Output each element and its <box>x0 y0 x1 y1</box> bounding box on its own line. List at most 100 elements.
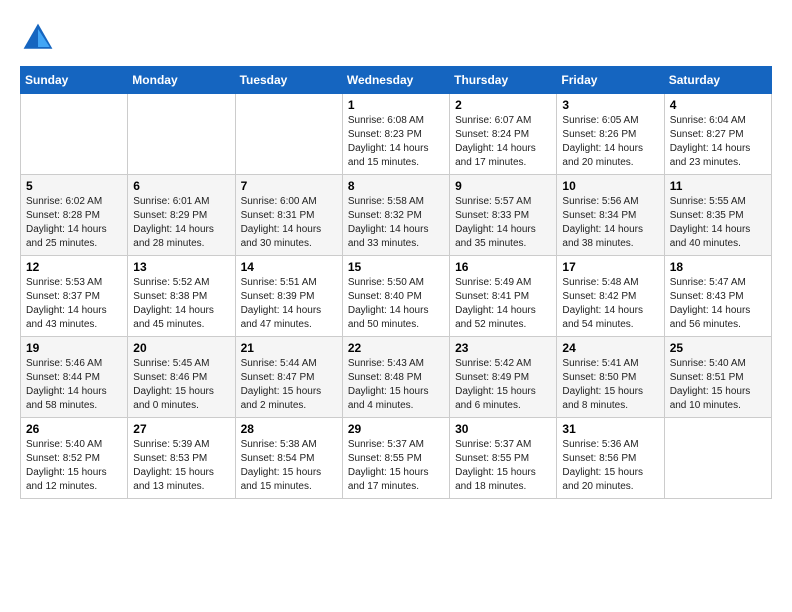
calendar-cell: 20Sunrise: 5:45 AM Sunset: 8:46 PM Dayli… <box>128 337 235 418</box>
weekday-header: Sunday <box>21 67 128 94</box>
calendar-cell: 22 Sunrise: 5:43 AM Sunset: 8:48 PM Dayli… <box>342 337 449 418</box>
calendar-cell: 1 Sunrise: 6:08 AM Sunset: 8:23 PM Daylig… <box>342 94 449 175</box>
day-number: 31 <box>562 422 658 436</box>
day-number: 26 <box>26 422 122 436</box>
day-info: Sunrise: 6:07 AM Sunset: 8:24 PM Dayligh… <box>455 114 551 170</box>
calendar-header-row: SundayMondayTuesdayWednesdayThursdayFrid… <box>21 67 772 94</box>
calendar-cell: 31 Sunrise: 5:36 AM Sunset: 8:56 PM Dayli… <box>557 418 664 499</box>
day-number: 30 <box>455 422 551 436</box>
day-number: 13 <box>133 260 229 274</box>
day-number: 8 <box>348 179 444 193</box>
day-info: Sunrise: 6:02 AM Sunset: 8:28 PM Dayligh… <box>26 195 122 251</box>
calendar-cell: 17 Sunrise: 5:48 AM Sunset: 8:42 PM Dayli… <box>557 256 664 337</box>
day-number: 3 <box>562 98 658 112</box>
day-number: 15 <box>348 260 444 274</box>
calendar-cell: 3 Sunrise: 6:05 AM Sunset: 8:26 PM Daylig… <box>557 94 664 175</box>
day-info: Sunrise: 6:08 AM Sunset: 8:23 PM Dayligh… <box>348 114 444 170</box>
day-info: Sunrise: 6:00 AM Sunset: 8:31 PM Dayligh… <box>241 195 337 251</box>
day-info: Sunrise: 5:40 AM Sunset: 8:51 PM Dayligh… <box>670 357 766 413</box>
calendar-cell: 24 Sunrise: 5:41 AM Sunset: 8:50 PM Dayli… <box>557 337 664 418</box>
day-info: Sunrise: 5:55 AM Sunset: 8:35 PM Dayligh… <box>670 195 766 251</box>
calendar-week-row: 26 Sunrise: 5:40 AM Sunset: 8:52 PM Dayli… <box>21 418 772 499</box>
calendar-cell: 10 Sunrise: 5:56 AM Sunset: 8:34 PM Dayli… <box>557 175 664 256</box>
calendar-cell: 13 Sunrise: 5:52 AM Sunset: 8:38 PM Dayli… <box>128 256 235 337</box>
day-number: 17 <box>562 260 658 274</box>
calendar-cell: 29 Sunrise: 5:37 AM Sunset: 8:55 PM Dayli… <box>342 418 449 499</box>
day-info: Sunrise: 5:53 AM Sunset: 8:37 PM Dayligh… <box>26 276 122 332</box>
calendar-cell: 30 Sunrise: 5:37 AM Sunset: 8:55 PM Dayli… <box>450 418 557 499</box>
calendar-cell <box>128 94 235 175</box>
day-number: 2 <box>455 98 551 112</box>
day-number: 22 <box>348 341 444 355</box>
day-info: Sunrise: 5:47 AM Sunset: 8:43 PM Dayligh… <box>670 276 766 332</box>
calendar-cell: 2 Sunrise: 6:07 AM Sunset: 8:24 PM Daylig… <box>450 94 557 175</box>
weekday-header: Wednesday <box>342 67 449 94</box>
day-info: Sunrise: 5:38 AM Sunset: 8:54 PM Dayligh… <box>241 438 337 494</box>
page-header <box>20 20 772 56</box>
calendar-cell: 4 Sunrise: 6:04 AM Sunset: 8:27 PM Daylig… <box>664 94 771 175</box>
day-info: Sunrise: 5:43 AM Sunset: 8:48 PM Dayligh… <box>348 357 444 413</box>
day-number: 19 <box>26 341 122 355</box>
day-number: 9 <box>455 179 551 193</box>
day-info: Sunrise: 5:48 AM Sunset: 8:42 PM Dayligh… <box>562 276 658 332</box>
day-number: 4 <box>670 98 766 112</box>
day-info: Sunrise: 5:46 AM Sunset: 8:44 PM Dayligh… <box>26 357 122 413</box>
calendar-cell: 12 Sunrise: 5:53 AM Sunset: 8:37 PM Dayli… <box>21 256 128 337</box>
weekday-header: Monday <box>128 67 235 94</box>
day-number: 20 <box>133 341 229 355</box>
calendar-cell: 26 Sunrise: 5:40 AM Sunset: 8:52 PM Dayli… <box>21 418 128 499</box>
calendar-cell: 6 Sunrise: 6:01 AM Sunset: 8:29 PM Daylig… <box>128 175 235 256</box>
logo-icon <box>20 20 56 56</box>
day-number: 10 <box>562 179 658 193</box>
weekday-header: Saturday <box>664 67 771 94</box>
day-info: Sunrise: 5:57 AM Sunset: 8:33 PM Dayligh… <box>455 195 551 251</box>
calendar-cell: 19 Sunrise: 5:46 AM Sunset: 8:44 PM Dayli… <box>21 337 128 418</box>
day-info: Sunrise: 5:39 AM Sunset: 8:53 PM Dayligh… <box>133 438 229 494</box>
calendar-cell: 21Sunrise: 5:44 AM Sunset: 8:47 PM Dayli… <box>235 337 342 418</box>
day-number: 29 <box>348 422 444 436</box>
day-info: Sunrise: 5:40 AM Sunset: 8:52 PM Dayligh… <box>26 438 122 494</box>
logo <box>20 20 60 56</box>
day-info: Sunrise: 5:51 AM Sunset: 8:39 PM Dayligh… <box>241 276 337 332</box>
day-info: Sunrise: 5:41 AM Sunset: 8:50 PM Dayligh… <box>562 357 658 413</box>
calendar-cell: 7 Sunrise: 6:00 AM Sunset: 8:31 PM Daylig… <box>235 175 342 256</box>
calendar-cell: 18 Sunrise: 5:47 AM Sunset: 8:43 PM Dayli… <box>664 256 771 337</box>
day-info: Sunrise: 5:37 AM Sunset: 8:55 PM Dayligh… <box>348 438 444 494</box>
weekday-header: Friday <box>557 67 664 94</box>
day-number: 7 <box>241 179 337 193</box>
day-number: 18 <box>670 260 766 274</box>
day-number: 14 <box>241 260 337 274</box>
calendar-week-row: 19 Sunrise: 5:46 AM Sunset: 8:44 PM Dayli… <box>21 337 772 418</box>
day-info: Sunrise: 6:05 AM Sunset: 8:26 PM Dayligh… <box>562 114 658 170</box>
calendar-cell: 25 Sunrise: 5:40 AM Sunset: 8:51 PM Dayli… <box>664 337 771 418</box>
day-info: Sunrise: 6:04 AM Sunset: 8:27 PM Dayligh… <box>670 114 766 170</box>
calendar-cell: 11Sunrise: 5:55 AM Sunset: 8:35 PM Dayli… <box>664 175 771 256</box>
day-number: 16 <box>455 260 551 274</box>
day-info: Sunrise: 5:56 AM Sunset: 8:34 PM Dayligh… <box>562 195 658 251</box>
day-info: Sunrise: 5:42 AM Sunset: 8:49 PM Dayligh… <box>455 357 551 413</box>
day-info: Sunrise: 6:01 AM Sunset: 8:29 PM Dayligh… <box>133 195 229 251</box>
day-info: Sunrise: 5:50 AM Sunset: 8:40 PM Dayligh… <box>348 276 444 332</box>
day-number: 6 <box>133 179 229 193</box>
calendar-cell: 8 Sunrise: 5:58 AM Sunset: 8:32 PM Daylig… <box>342 175 449 256</box>
day-info: Sunrise: 5:36 AM Sunset: 8:56 PM Dayligh… <box>562 438 658 494</box>
calendar-cell: 28 Sunrise: 5:38 AM Sunset: 8:54 PM Dayli… <box>235 418 342 499</box>
day-number: 23 <box>455 341 551 355</box>
day-number: 27 <box>133 422 229 436</box>
day-number: 12 <box>26 260 122 274</box>
weekday-header: Thursday <box>450 67 557 94</box>
calendar-cell <box>664 418 771 499</box>
day-info: Sunrise: 5:49 AM Sunset: 8:41 PM Dayligh… <box>455 276 551 332</box>
day-number: 28 <box>241 422 337 436</box>
calendar-cell: 9 Sunrise: 5:57 AM Sunset: 8:33 PM Daylig… <box>450 175 557 256</box>
day-info: Sunrise: 5:37 AM Sunset: 8:55 PM Dayligh… <box>455 438 551 494</box>
day-number: 24 <box>562 341 658 355</box>
calendar-week-row: 5 Sunrise: 6:02 AM Sunset: 8:28 PM Daylig… <box>21 175 772 256</box>
day-number: 1 <box>348 98 444 112</box>
day-info: Sunrise: 5:58 AM Sunset: 8:32 PM Dayligh… <box>348 195 444 251</box>
day-info: Sunrise: 5:52 AM Sunset: 8:38 PM Dayligh… <box>133 276 229 332</box>
day-number: 5 <box>26 179 122 193</box>
calendar-cell <box>21 94 128 175</box>
day-number: 25 <box>670 341 766 355</box>
calendar-week-row: 12 Sunrise: 5:53 AM Sunset: 8:37 PM Dayli… <box>21 256 772 337</box>
